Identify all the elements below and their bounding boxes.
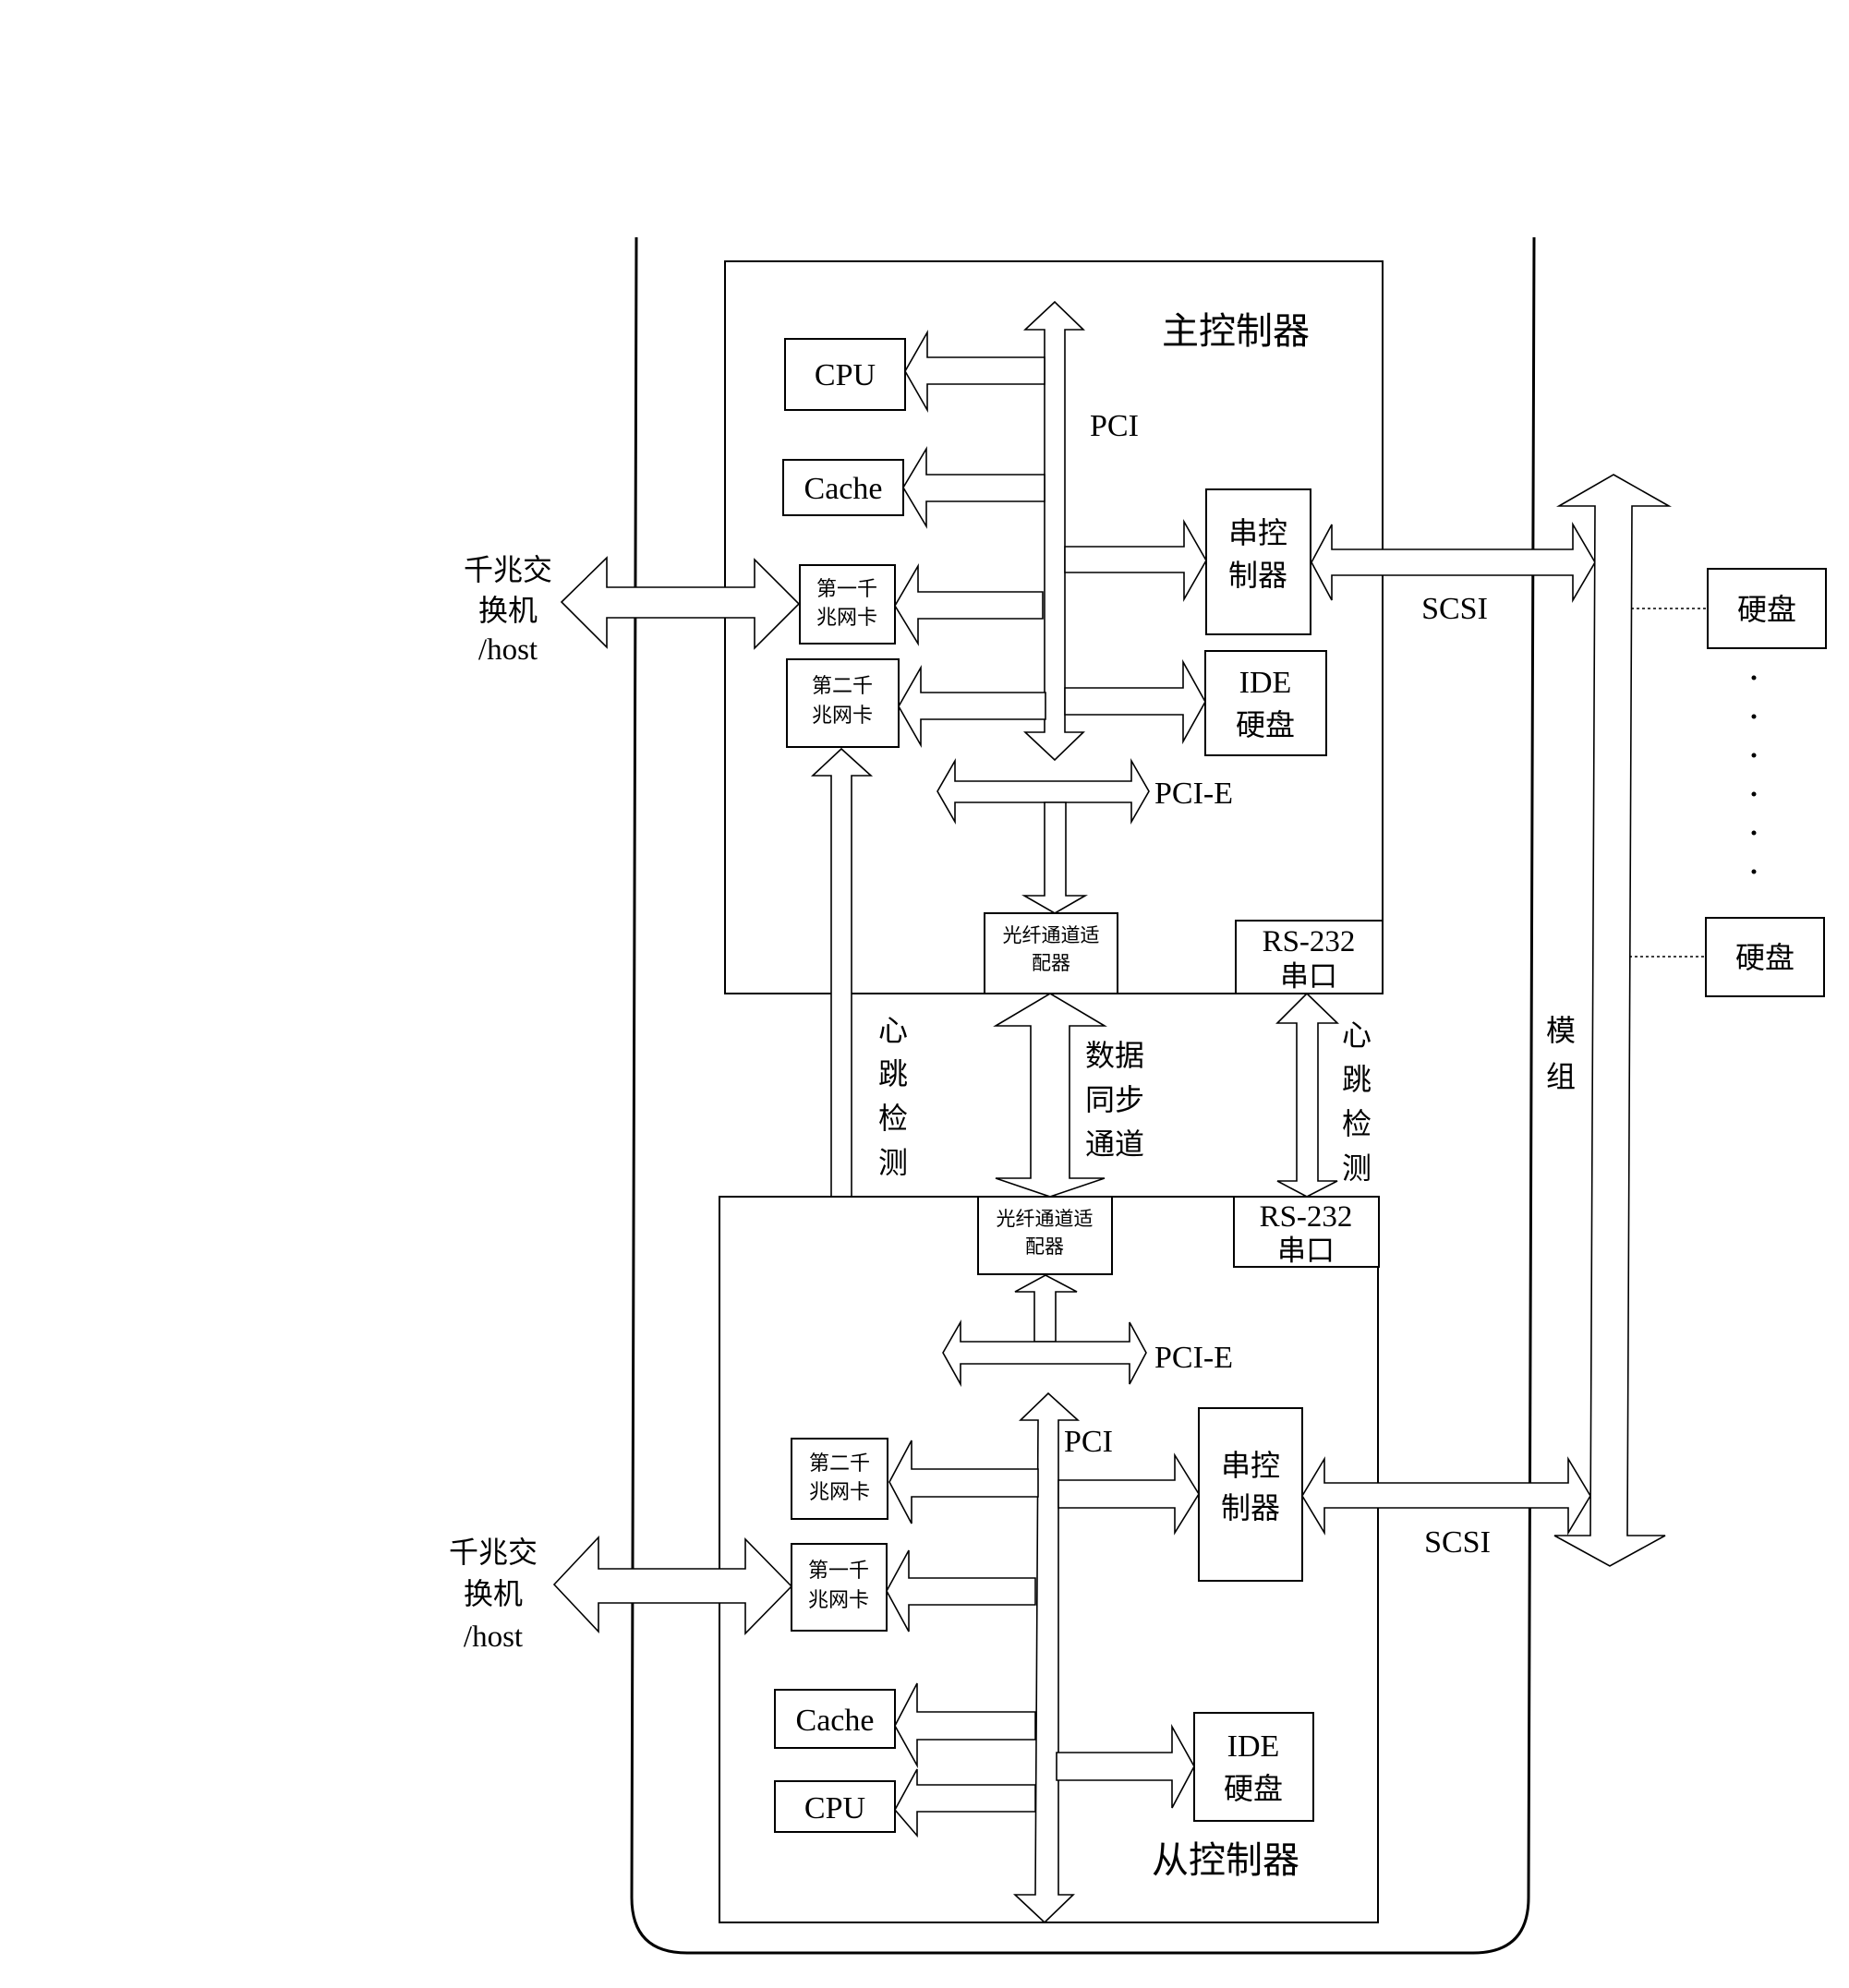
master-host-link-arrow bbox=[560, 556, 801, 650]
master-nic2-line2: 兆网卡 bbox=[812, 705, 873, 728]
heartbeat-right-char3: 检 bbox=[1342, 1106, 1372, 1141]
ellipsis-dot bbox=[1751, 753, 1757, 758]
slave-scsi-label: SCSI bbox=[1424, 1525, 1491, 1560]
slave-ide-line1: IDE bbox=[1227, 1729, 1280, 1764]
data-sync-line3: 通道 bbox=[1085, 1127, 1144, 1162]
host-label-top-line2: 换机 bbox=[478, 593, 538, 628]
master-ide-line2: 硬盘 bbox=[1236, 707, 1295, 742]
data-sync-line2: 同步 bbox=[1085, 1082, 1144, 1117]
heartbeat-left-char3: 检 bbox=[878, 1101, 908, 1136]
master-rs232-line1: RS-232 bbox=[1263, 925, 1356, 958]
slave-nic1-line1: 第一千 bbox=[808, 1560, 869, 1583]
slave-serial-controller-line1: 串控 bbox=[1221, 1448, 1280, 1483]
slave-nic2-line2: 兆网卡 bbox=[809, 1481, 870, 1504]
master-ide-line1: IDE bbox=[1239, 666, 1292, 700]
slave-rs232-line2: 串口 bbox=[1277, 1235, 1335, 1268]
slave-nic2-line1: 第二千 bbox=[809, 1452, 870, 1476]
master-pci-label: PCI bbox=[1090, 409, 1139, 443]
heartbeat-right-char2: 跳 bbox=[1342, 1062, 1372, 1097]
slave-nic2-box bbox=[791, 1438, 888, 1520]
slave-cache-label: Cache bbox=[796, 1704, 875, 1738]
master-nic1-line2: 兆网卡 bbox=[816, 607, 877, 630]
slave-ide-line2: 硬盘 bbox=[1224, 1771, 1283, 1806]
ellipsis-dot bbox=[1751, 830, 1757, 836]
ellipsis-dot bbox=[1751, 714, 1757, 719]
module-label-char1: 模 bbox=[1546, 1013, 1576, 1048]
master-nic2-line1: 第二千 bbox=[812, 675, 873, 698]
slave-host-link-arrow bbox=[552, 1535, 793, 1635]
master-serial-controller-line2: 制器 bbox=[1228, 558, 1287, 593]
heartbeat-left-char1: 心 bbox=[878, 1013, 908, 1048]
ellipsis-dot bbox=[1751, 869, 1757, 874]
heartbeat-rs232-link-arrow bbox=[1275, 992, 1339, 1198]
master-serial-controller-line1: 串控 bbox=[1228, 515, 1287, 550]
slave-nic1-box bbox=[791, 1543, 888, 1632]
dual-controller-storage-diagram: 主控制器 PCI CPU Cache 千兆交 换机 /host 第一千 兆网卡 … bbox=[449, 236, 1827, 1955]
master-controller-title: 主控制器 bbox=[1162, 310, 1310, 353]
ellipsis-dot bbox=[1751, 791, 1757, 797]
master-nic1-line1: 第一千 bbox=[816, 578, 877, 601]
host-label-top-line1: 千兆交 bbox=[464, 552, 552, 587]
master-fc-adapter-line1: 光纤通道适 bbox=[1003, 924, 1100, 946]
master-fc-adapter-line2: 配器 bbox=[1032, 952, 1070, 974]
disk2-label: 硬盘 bbox=[1735, 940, 1795, 975]
host-label-bottom-line3: /host bbox=[464, 1621, 523, 1654]
master-cpu-label: CPU bbox=[815, 358, 876, 392]
heartbeat-right-char4: 测 bbox=[1342, 1151, 1372, 1186]
master-rs232-line2: 串口 bbox=[1280, 960, 1337, 994]
data-sync-line1: 数据 bbox=[1085, 1038, 1144, 1073]
slave-nic1-line2: 兆网卡 bbox=[808, 1589, 869, 1612]
heartbeat-left-char4: 测 bbox=[878, 1145, 908, 1180]
heartbeat-left-char2: 跳 bbox=[878, 1056, 908, 1091]
disk1-label: 硬盘 bbox=[1737, 592, 1796, 627]
host-label-bottom-line1: 千兆交 bbox=[449, 1535, 538, 1570]
slave-fc-adapter-line1: 光纤通道适 bbox=[997, 1208, 1094, 1230]
slave-fc-adapter-line2: 配器 bbox=[1025, 1235, 1064, 1258]
host-label-bottom-line2: 换机 bbox=[464, 1576, 523, 1611]
ellipsis-dot bbox=[1751, 675, 1757, 681]
slave-pci-label: PCI bbox=[1064, 1425, 1113, 1459]
master-nic1-box bbox=[799, 564, 896, 645]
slave-cpu-label: CPU bbox=[804, 1791, 865, 1825]
heartbeat-right-char1: 心 bbox=[1342, 1018, 1372, 1053]
slave-serial-controller-line2: 制器 bbox=[1221, 1490, 1280, 1525]
slave-pcie-label: PCI-E bbox=[1154, 1341, 1233, 1375]
module-label-char2: 组 bbox=[1546, 1059, 1576, 1094]
master-cache-label: Cache bbox=[804, 472, 883, 506]
slave-rs232-line1: RS-232 bbox=[1260, 1200, 1353, 1234]
slave-controller-title: 从控制器 bbox=[1152, 1839, 1299, 1882]
master-nic2-box bbox=[786, 658, 900, 748]
master-pcie-label: PCI-E bbox=[1154, 777, 1233, 811]
host-label-top-line3: /host bbox=[478, 633, 538, 667]
disk-ellipsis bbox=[1751, 675, 1757, 874]
master-scsi-label: SCSI bbox=[1421, 592, 1488, 626]
